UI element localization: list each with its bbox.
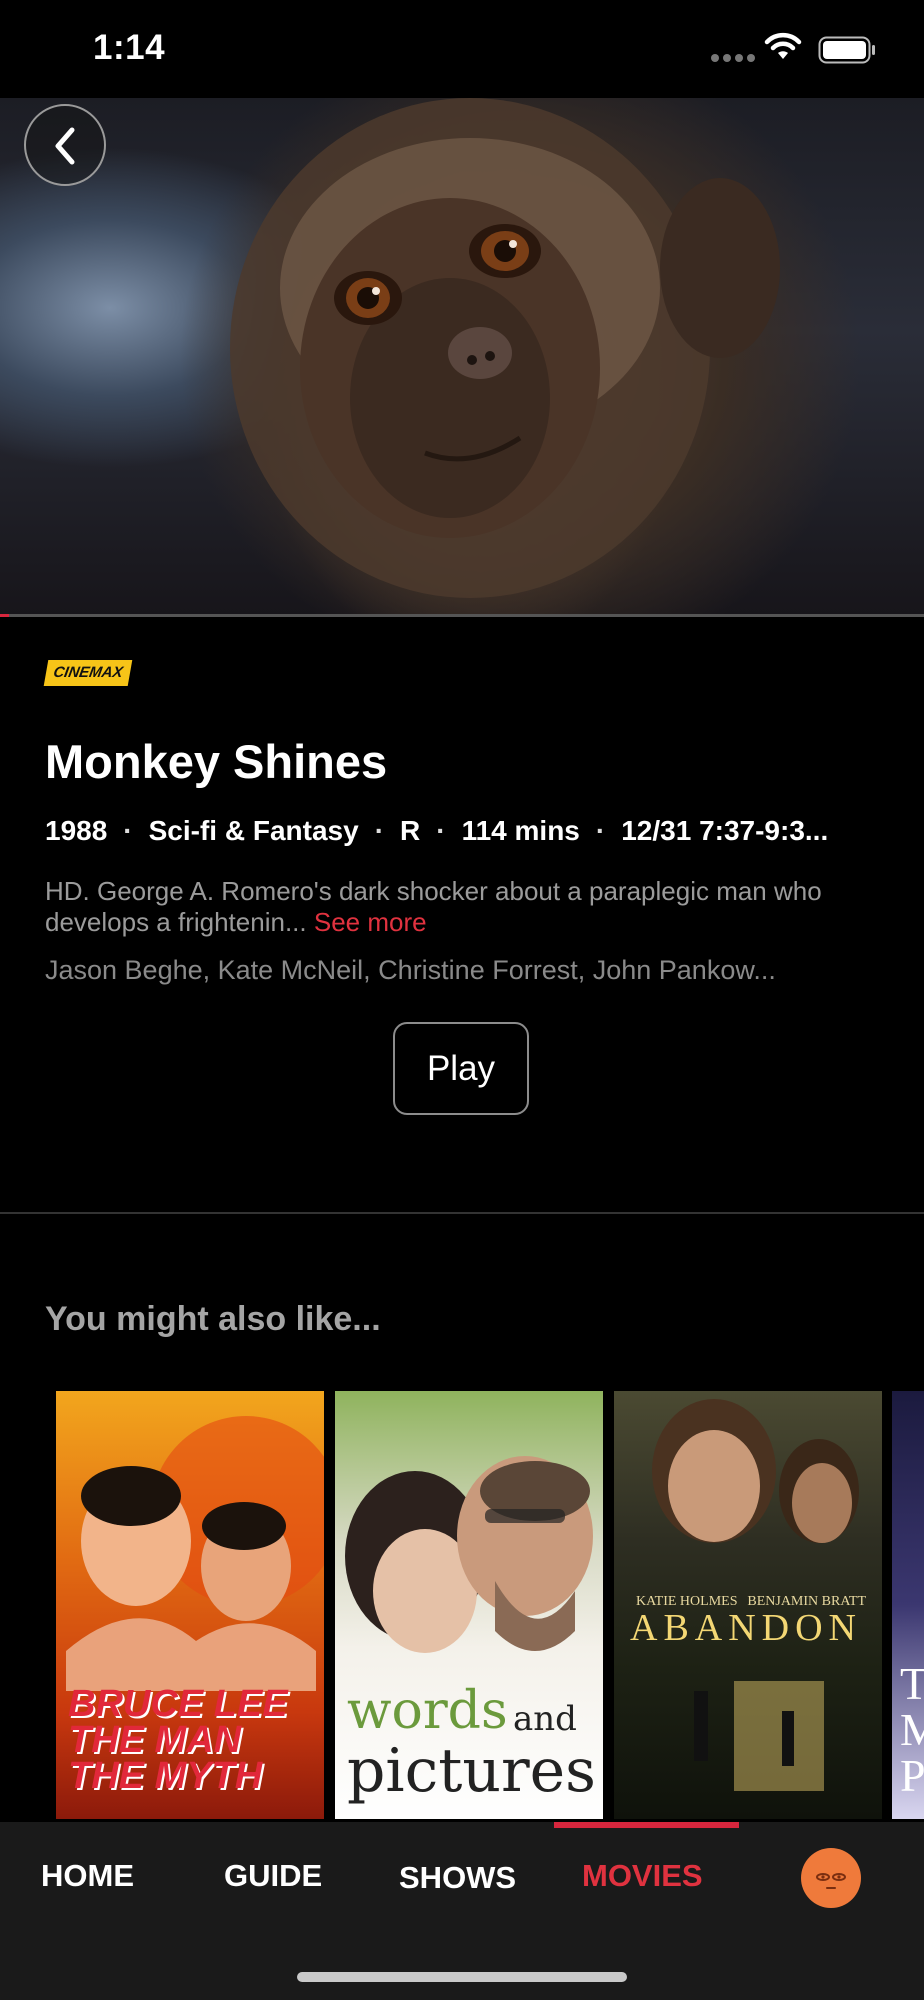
poster-title: BRUCE LEE THE MAN THE MYTH — [68, 1683, 288, 1797]
poster-title: T M P — [900, 1658, 924, 1801]
movie-year: 1988 — [45, 815, 108, 846]
tab-guide[interactable]: GUIDE — [224, 1858, 322, 1894]
recommendations-title: You might also like... — [45, 1300, 381, 1338]
meta-separator: · — [123, 815, 133, 846]
active-tab-indicator — [554, 1822, 739, 1828]
playback-progress-bar — [0, 614, 924, 617]
recommendation-poster[interactable]: KATIE HOLMES BENJAMIN BRATT ABANDON — [614, 1391, 882, 1819]
movie-duration: 114 mins — [461, 815, 580, 846]
movie-cast: Jason Beghe, Kate McNeil, Christine Forr… — [45, 955, 776, 985]
movie-airing-time: 12/31 7:37-9:3... — [621, 815, 829, 846]
battery-icon — [818, 36, 875, 64]
home-indicator — [297, 1972, 627, 1982]
poster-title-part: pictures — [347, 1736, 596, 1806]
meta-separator: · — [374, 815, 385, 846]
poster-title-part: and — [513, 1699, 577, 1739]
hero-image — [0, 98, 924, 616]
tab-shows[interactable]: SHOWS — [399, 1860, 516, 1896]
recommendation-poster[interactable]: BRUCE LEE THE MAN THE MYTH — [56, 1391, 324, 1819]
chevron-left-icon — [55, 127, 75, 165]
tab-movies[interactable]: MOVIES — [582, 1858, 703, 1894]
movie-description: HD. George A. Romero's dark shocker abou… — [45, 876, 865, 938]
wifi-icon — [764, 32, 802, 59]
movie-meta: 1988 · Sci-fi & Fantasy · R · 114 mins ·… — [45, 815, 828, 847]
profile-avatar[interactable] — [801, 1848, 861, 1908]
avatar-face-icon — [816, 1873, 846, 1889]
description-text: HD. George A. Romero's dark shocker abou… — [45, 876, 822, 937]
meta-separator: · — [595, 815, 606, 846]
meta-separator: · — [436, 815, 446, 846]
poster-title-part: words — [347, 1681, 508, 1741]
movie-genre: Sci-fi & Fantasy — [148, 815, 359, 846]
play-button[interactable]: Play — [393, 1022, 529, 1115]
signal-icon — [711, 54, 755, 62]
poster-title: ABANDON — [630, 1607, 862, 1649]
recommendation-poster[interactable]: T M P — [892, 1391, 924, 1819]
back-button[interactable] — [24, 104, 106, 186]
network-logo: CINEMAX — [43, 660, 133, 686]
section-divider — [0, 1212, 924, 1214]
movie-title: Monkey Shines — [45, 735, 388, 788]
status-bar: 1:14 — [0, 0, 924, 98]
movie-rating: R — [400, 815, 421, 846]
tab-home[interactable]: HOME — [41, 1858, 134, 1894]
tab-bar: HOME GUIDE SHOWS MOVIES — [0, 1822, 924, 2000]
monkey-illustration — [230, 98, 780, 598]
recommendation-poster[interactable]: words and pictures — [335, 1391, 603, 1819]
see-more-link[interactable]: See more — [314, 907, 427, 937]
status-time: 1:14 — [93, 28, 166, 67]
